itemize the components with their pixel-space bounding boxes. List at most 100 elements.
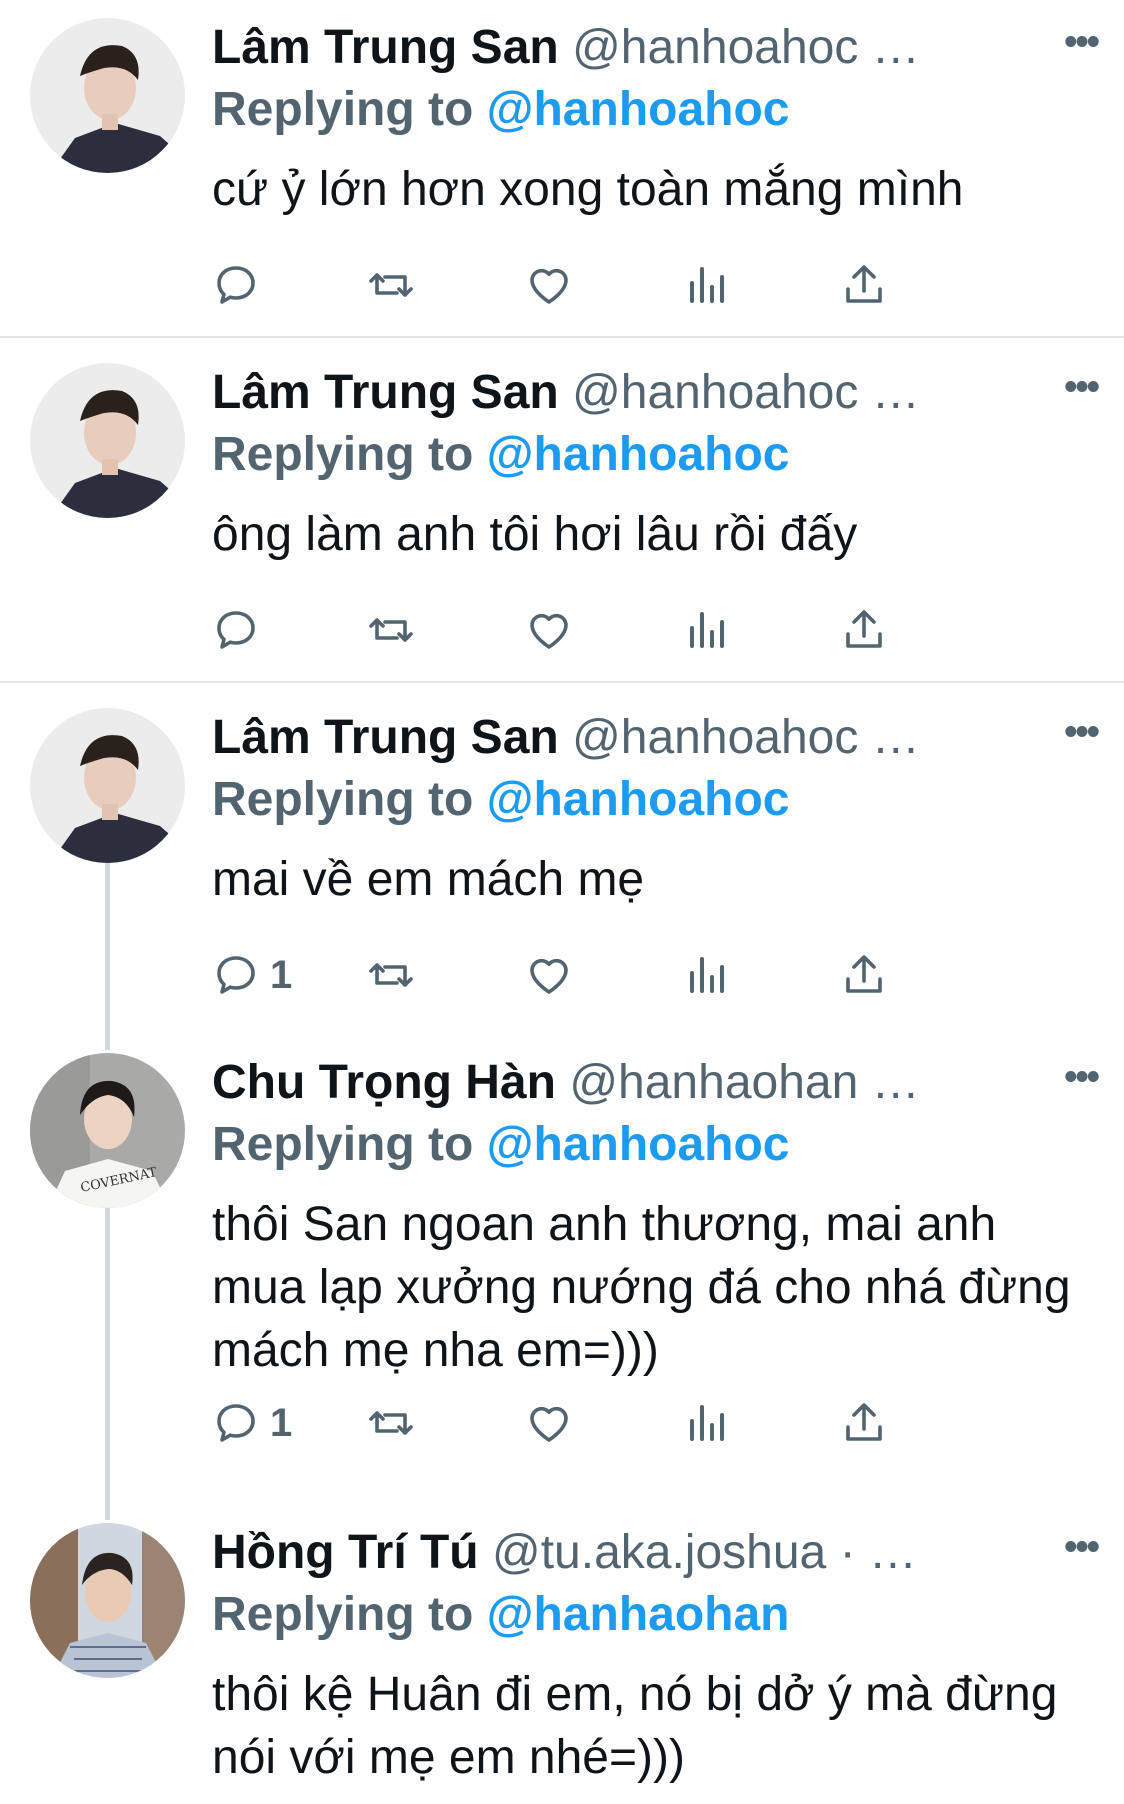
reply-button[interactable]: 1 [212, 1393, 292, 1453]
username[interactable]: @tu.aka.joshua [492, 1526, 826, 1579]
display-name[interactable]: Lâm Trung San [212, 21, 559, 74]
share-button[interactable] [840, 255, 888, 315]
analytics-icon [690, 267, 724, 303]
replying-to-label: Replying to [212, 1588, 474, 1641]
display-name[interactable]: Lâm Trung San [212, 711, 559, 764]
tweet[interactable]: Lâm Trung San @hanhoahoc … ••• Replying … [0, 690, 1124, 1030]
display-name[interactable]: Lâm Trung San [212, 366, 559, 419]
like-button[interactable] [525, 945, 573, 1005]
replying-to-link[interactable]: @hanhoahoc [487, 773, 790, 826]
reply-count: 1 [270, 1400, 293, 1445]
retweet-button[interactable] [367, 1393, 415, 1453]
divider [0, 336, 1124, 338]
more-icon[interactable]: ••• [1064, 1523, 1100, 1571]
more-icon[interactable]: ••• [1064, 18, 1100, 66]
analytics-icon [690, 957, 724, 993]
avatar[interactable] [30, 18, 185, 173]
share-button[interactable] [840, 1393, 888, 1453]
divider [0, 681, 1124, 683]
reply-icon [217, 266, 255, 304]
tweet[interactable]: COVERNAT Chu Trọng Hàn @hanhaohan … ••• … [0, 1035, 1124, 1465]
replying-to-link[interactable]: @hanhoahoc [487, 83, 790, 136]
tweet-header: Lâm Trung San @hanhoahoc … ••• [212, 708, 1100, 768]
truncation-ellipsis: … [871, 711, 920, 764]
replying-to: Replying to @hanhoahoc [212, 425, 789, 485]
analytics-button[interactable] [682, 255, 730, 315]
share-button[interactable] [840, 600, 888, 660]
tweet-text: ông làm anh tôi hơi lâu rồi đấy [212, 508, 858, 561]
share-icon [846, 265, 882, 303]
tweet-text: mai về em mách mẹ [212, 853, 645, 906]
retweet-icon [369, 1411, 413, 1435]
retweet-button[interactable] [367, 945, 415, 1005]
reply-count: 1 [270, 952, 293, 997]
truncation-ellipsis: … [871, 1056, 920, 1109]
reply-button[interactable] [212, 255, 270, 315]
username[interactable]: @hanhoahoc [572, 711, 858, 764]
analytics-button[interactable] [682, 945, 730, 1005]
replying-to: Replying to @hanhoahoc [212, 1115, 789, 1175]
share-icon [846, 955, 882, 993]
handle-separator: · [826, 1526, 856, 1579]
tweet[interactable]: Lâm Trung San @hanhoahoc … ••• Replying … [0, 0, 1124, 340]
reply-icon [217, 956, 255, 994]
truncation-ellipsis: … [871, 366, 920, 419]
share-button[interactable] [840, 945, 888, 1005]
analytics-button[interactable] [682, 1393, 730, 1453]
like-icon [530, 1406, 568, 1442]
replying-to-label: Replying to [212, 83, 474, 136]
retweet-icon [369, 963, 413, 987]
tweet-header: Hồng Trí Tú @tu.aka.joshua · … ••• [212, 1523, 1100, 1583]
retweet-button[interactable] [367, 600, 415, 660]
replying-to: Replying to @hanhoahoc [212, 80, 789, 140]
action-bar [212, 255, 1092, 315]
replying-to-label: Replying to [212, 773, 474, 826]
tweet-text: thôi San ngoan anh thương, mai anh mua l… [212, 1198, 1071, 1377]
like-button[interactable] [525, 600, 573, 660]
replying-to: Replying to @hanhoahoc [212, 770, 789, 830]
like-button[interactable] [525, 1393, 573, 1453]
tweet[interactable]: Lâm Trung San @hanhoahoc … ••• Replying … [0, 345, 1124, 685]
display-name[interactable]: Hồng Trí Tú [212, 1526, 479, 1579]
like-button[interactable] [525, 255, 573, 315]
more-icon[interactable]: ••• [1064, 1053, 1100, 1101]
more-icon[interactable]: ••• [1064, 708, 1100, 756]
retweet-button[interactable] [367, 255, 415, 315]
analytics-icon [690, 612, 724, 648]
like-icon [530, 613, 568, 649]
share-icon [846, 610, 882, 648]
avatar[interactable]: COVERNAT [30, 1053, 185, 1208]
truncation-ellipsis: … [871, 21, 920, 74]
reply-icon [217, 1404, 255, 1442]
reply-button[interactable] [212, 600, 270, 660]
retweet-icon [369, 273, 413, 297]
avatar[interactable] [30, 708, 185, 863]
username[interactable]: @hanhaohan [569, 1056, 858, 1109]
avatar[interactable] [30, 363, 185, 518]
display-name[interactable]: Chu Trọng Hàn [212, 1056, 556, 1109]
action-bar [212, 600, 1092, 660]
reply-button[interactable]: 1 [212, 945, 292, 1005]
action-bar: 1 [212, 1393, 1092, 1453]
replying-to-label: Replying to [212, 428, 474, 481]
replying-to-label: Replying to [212, 1118, 474, 1171]
like-icon [530, 268, 568, 304]
retweet-icon [369, 618, 413, 642]
username[interactable]: @hanhoahoc [572, 366, 858, 419]
analytics-button[interactable] [682, 600, 730, 660]
tweet-header: Lâm Trung San @hanhoahoc … ••• [212, 363, 1100, 423]
tweet-text: thôi kệ Huân đi em, nó bị dở ý mà đừng n… [212, 1668, 1058, 1784]
username[interactable]: @hanhoahoc [572, 21, 858, 74]
replying-to: Replying to @hanhaohan [212, 1585, 789, 1645]
analytics-icon [690, 1405, 724, 1441]
tweet[interactable]: Hồng Trí Tú @tu.aka.joshua · … ••• Reply… [0, 1505, 1124, 1804]
tweet-header: Lâm Trung San @hanhoahoc … ••• [212, 18, 1100, 78]
replying-to-link[interactable]: @hanhaohan [487, 1588, 790, 1641]
more-icon[interactable]: ••• [1064, 363, 1100, 411]
replying-to-link[interactable]: @hanhoahoc [487, 1118, 790, 1171]
tweet-header: Chu Trọng Hàn @hanhaohan … ••• [212, 1053, 1100, 1113]
avatar[interactable] [30, 1523, 185, 1678]
replying-to-link[interactable]: @hanhoahoc [487, 428, 790, 481]
action-bar: 1 [212, 945, 1092, 1005]
reply-icon [217, 611, 255, 649]
